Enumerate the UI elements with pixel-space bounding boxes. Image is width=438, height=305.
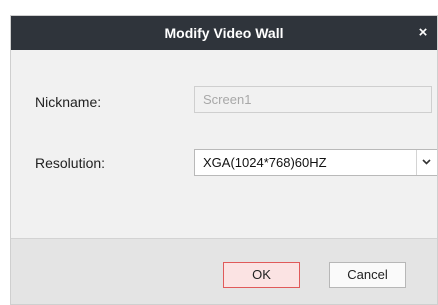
dialog-footer: OK Cancel — [11, 238, 437, 304]
dropdown-arrow-button[interactable] — [416, 150, 437, 175]
nickname-label: Nickname: — [35, 94, 102, 110]
ok-button[interactable]: OK — [223, 262, 300, 288]
close-icon[interactable]: × — [411, 16, 435, 50]
nickname-input[interactable] — [194, 86, 432, 113]
cancel-button[interactable]: Cancel — [329, 262, 406, 288]
resolution-selected-value: XGA(1024*768)60HZ — [203, 155, 327, 170]
chevron-down-icon — [422, 159, 431, 165]
modify-video-wall-dialog: Modify Video Wall × Nickname: Resolution… — [10, 15, 438, 305]
dialog-titlebar: Modify Video Wall × — [11, 16, 437, 50]
dialog-title: Modify Video Wall — [164, 25, 284, 41]
resolution-label: Resolution: — [35, 155, 106, 171]
resolution-select[interactable]: XGA(1024*768)60HZ — [194, 149, 437, 176]
